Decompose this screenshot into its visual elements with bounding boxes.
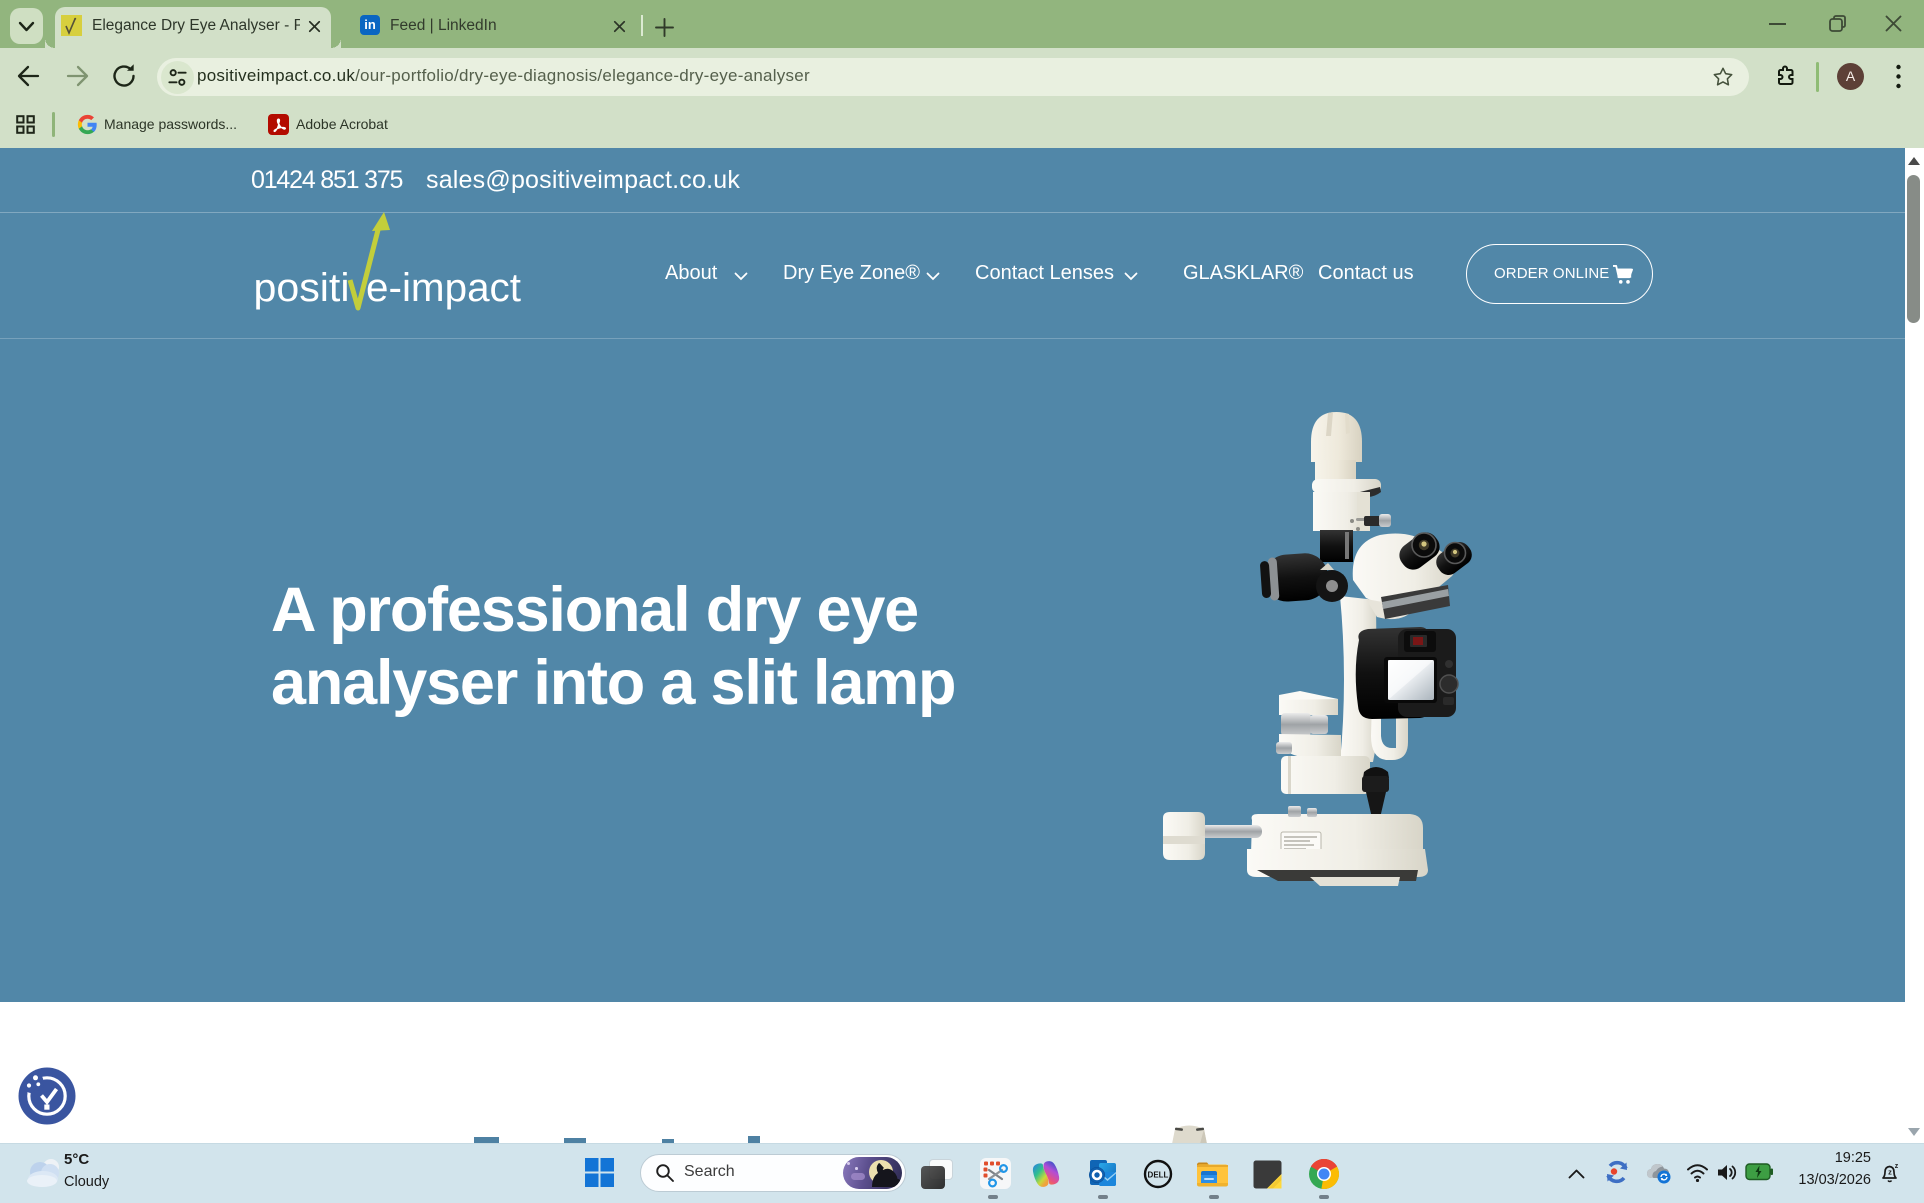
svg-text:e-impact: e-impact xyxy=(366,266,521,310)
svg-text:DELL: DELL xyxy=(1148,1171,1169,1180)
svg-text:z: z xyxy=(1888,1168,1892,1177)
svg-text:positi: positi xyxy=(254,266,350,310)
svg-text:z: z xyxy=(1895,1163,1899,1170)
